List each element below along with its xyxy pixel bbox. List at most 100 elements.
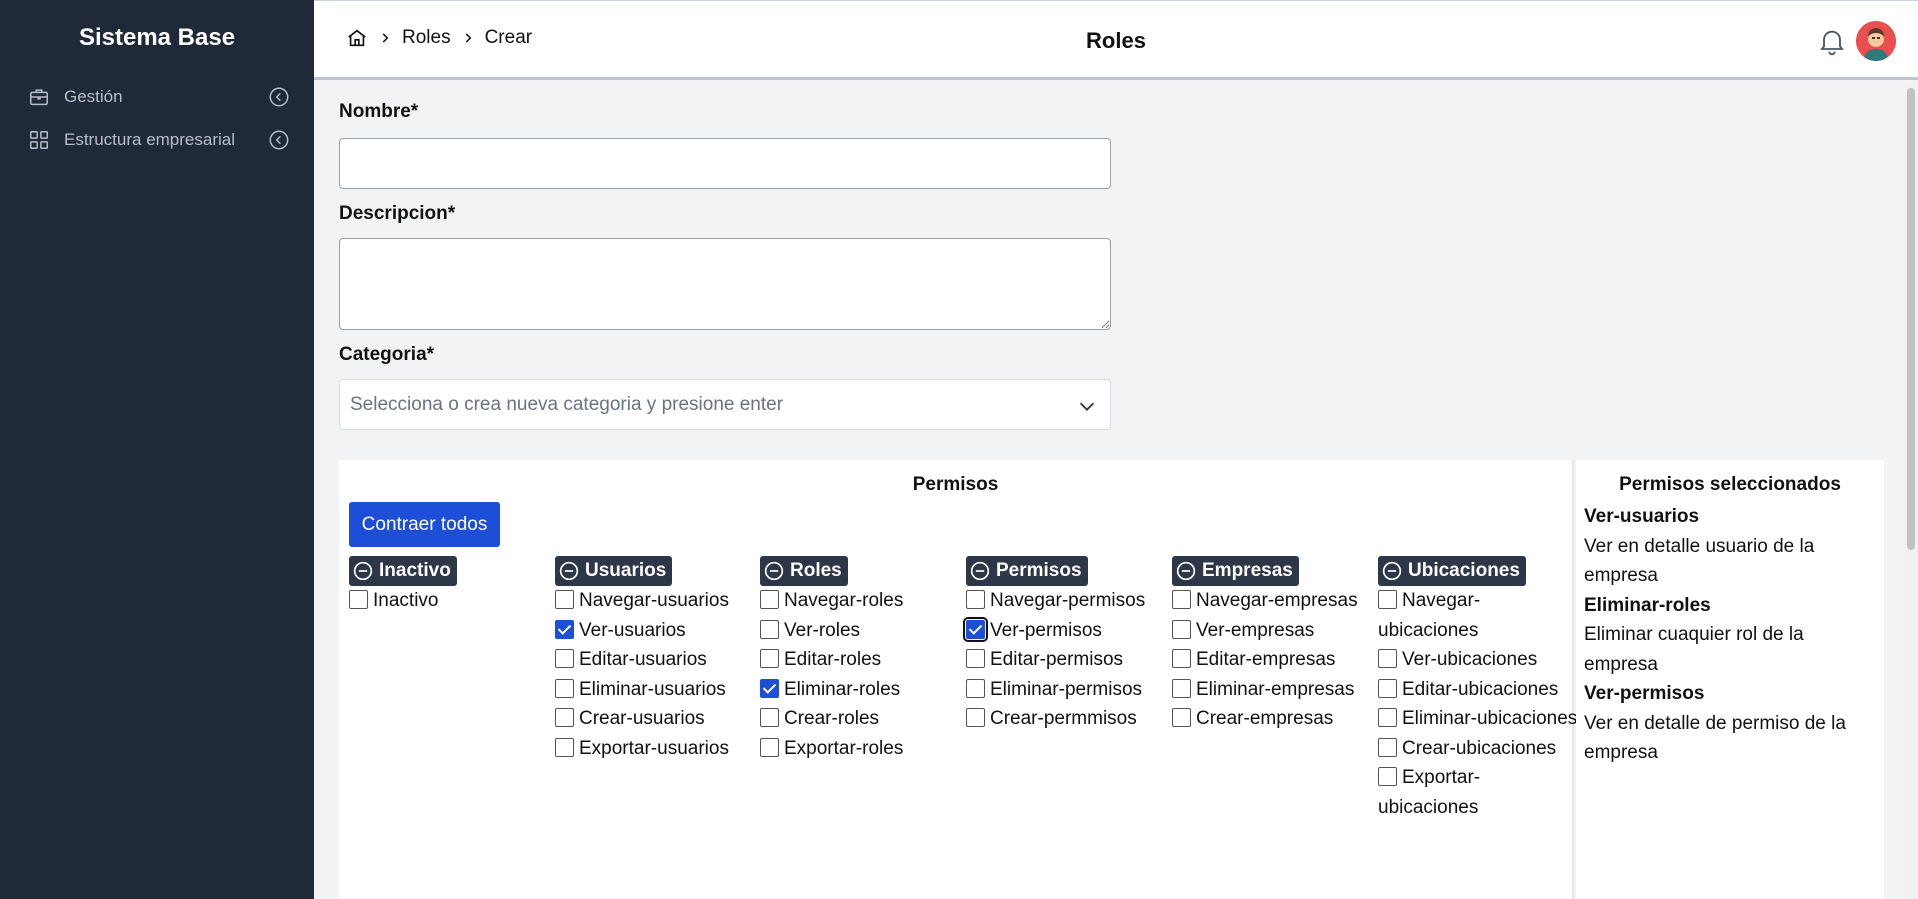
permission-checkbox[interactable] bbox=[1378, 649, 1397, 668]
permission-item[interactable]: Exportar-usuarios bbox=[555, 734, 755, 764]
permission-item[interactable]: Navegar-ubicaciones bbox=[1378, 586, 1578, 645]
permission-checkbox[interactable] bbox=[1172, 590, 1191, 609]
selected-permission-description: Ver en detalle de permiso de la empresa bbox=[1584, 712, 1846, 764]
permission-item[interactable]: Ver-usuarios bbox=[555, 616, 755, 646]
permission-checkbox[interactable] bbox=[349, 590, 368, 609]
permission-item[interactable]: Exportar-ubicaciones bbox=[1378, 763, 1578, 822]
permission-checkbox[interactable] bbox=[1172, 708, 1191, 727]
selected-permission-name: Eliminar-roles bbox=[1584, 594, 1711, 616]
collapse-all-button[interactable]: Contraer todos bbox=[349, 502, 500, 547]
chevron-left-icon bbox=[268, 86, 290, 108]
permission-group-ubicaciones: Ubicaciones Navegar-ubicaciones Ver-ubicac… bbox=[1378, 556, 1578, 822]
permission-checkbox[interactable] bbox=[760, 708, 779, 727]
permission-item[interactable]: Crear-roles bbox=[760, 704, 960, 734]
permission-item[interactable]: Editar-permisos bbox=[966, 645, 1166, 675]
sidebar-item-label: Gestión bbox=[64, 87, 123, 106]
chevron-left-icon bbox=[268, 129, 290, 151]
permission-checkbox[interactable] bbox=[760, 619, 779, 639]
permission-item[interactable]: Editar-usuarios bbox=[555, 645, 755, 675]
permission-item[interactable]: Navegar-permisos bbox=[966, 586, 1166, 616]
permission-label: Crear-permmisos bbox=[990, 708, 1137, 729]
permission-group-toggle[interactable]: Empresas bbox=[1172, 556, 1299, 586]
permission-checkbox[interactable] bbox=[1172, 678, 1191, 698]
permission-item[interactable]: Ver-ubicaciones bbox=[1378, 645, 1578, 675]
permission-checkbox[interactable] bbox=[1378, 708, 1397, 727]
sidebar-item-gestion[interactable]: Gestión bbox=[28, 81, 290, 113]
permission-checkbox[interactable] bbox=[1378, 590, 1397, 609]
selected-permissions-list: Ver-usuarios Ver en detalle usuario de la… bbox=[1584, 502, 1876, 768]
permission-checkbox[interactable] bbox=[555, 649, 574, 668]
permission-checkbox[interactable] bbox=[1378, 678, 1397, 698]
descripcion-textarea[interactable] bbox=[339, 238, 1111, 330]
permission-item[interactable]: Inactivo bbox=[349, 586, 549, 616]
permission-item[interactable]: Crear-permmisos bbox=[966, 704, 1166, 734]
permission-checkbox[interactable] bbox=[966, 678, 985, 698]
permission-checkbox[interactable] bbox=[760, 737, 779, 757]
app-brand: Sistema Base bbox=[78, 24, 236, 51]
permission-item[interactable]: Eliminar-roles bbox=[760, 675, 960, 705]
permission-checkbox[interactable] bbox=[760, 678, 779, 698]
permission-group-toggle[interactable]: Usuarios bbox=[555, 556, 673, 586]
scrollbar-thumb[interactable] bbox=[1907, 88, 1915, 550]
permission-checkbox[interactable] bbox=[966, 649, 985, 668]
permission-group-toggle[interactable]: Ubicaciones bbox=[1378, 556, 1526, 586]
permission-checkbox[interactable] bbox=[966, 708, 985, 727]
permission-checkbox[interactable] bbox=[555, 708, 574, 727]
permission-item[interactable]: Eliminar-ubicaciones bbox=[1378, 704, 1578, 734]
permission-item[interactable]: Eliminar-permisos bbox=[966, 675, 1166, 705]
permission-item[interactable]: Navegar-roles bbox=[760, 586, 960, 616]
permission-checkbox[interactable] bbox=[966, 590, 985, 609]
permission-group-toggle[interactable]: Inactivo bbox=[349, 556, 457, 586]
permission-checkbox[interactable] bbox=[1378, 767, 1397, 786]
permission-group-label: Usuarios bbox=[585, 560, 667, 581]
permission-checkbox[interactable] bbox=[555, 737, 574, 757]
permission-checkbox[interactable] bbox=[760, 590, 779, 609]
permission-checkbox[interactable] bbox=[555, 590, 574, 609]
permissions-title: Permisos bbox=[912, 474, 999, 495]
permission-group-toggle[interactable]: Roles bbox=[760, 556, 848, 586]
permission-label: Inactivo bbox=[373, 590, 439, 611]
permission-label: Navegar-roles bbox=[784, 590, 904, 611]
permission-item[interactable]: Editar-ubicaciones bbox=[1378, 675, 1578, 705]
permission-group-inactivo: Inactivo Inactivo bbox=[349, 556, 549, 616]
permission-item[interactable]: Eliminar-empresas bbox=[1172, 675, 1372, 705]
permission-checkbox[interactable] bbox=[760, 649, 779, 668]
permission-group-label: Roles bbox=[790, 560, 842, 581]
permission-group-toggle[interactable]: Permisos bbox=[966, 556, 1088, 586]
permission-item[interactable]: Crear-empresas bbox=[1172, 704, 1372, 734]
permission-item[interactable]: Crear-usuarios bbox=[555, 704, 755, 734]
permission-label: Eliminar-usuarios bbox=[579, 678, 726, 700]
sidebar-item-estructura[interactable]: Estructura empresarial bbox=[28, 124, 290, 156]
permission-item[interactable]: Ver-roles bbox=[760, 616, 960, 646]
permission-checkbox[interactable] bbox=[1378, 737, 1397, 757]
permission-checkbox[interactable] bbox=[555, 619, 574, 639]
grid-icon bbox=[28, 129, 50, 151]
permission-item[interactable]: Crear-ubicaciones bbox=[1378, 734, 1578, 764]
permission-item[interactable]: Eliminar-usuarios bbox=[555, 675, 755, 705]
permission-checkbox[interactable] bbox=[963, 616, 988, 642]
permission-checkbox[interactable] bbox=[555, 678, 574, 698]
sidebar-item-label: Estructura empresarial bbox=[64, 130, 236, 149]
permission-item[interactable]: Navegar-empresas bbox=[1172, 586, 1372, 616]
permission-checkbox[interactable] bbox=[1172, 649, 1191, 668]
sidebar: Sistema Base Gestión Estructura empresar… bbox=[0, 0, 314, 899]
selected-permissions-title: Permisos seleccionados bbox=[1619, 474, 1841, 495]
permission-label: Editar-ubicaciones bbox=[1402, 678, 1559, 700]
categoria-select[interactable]: Selecciona o crea nueva categoria y pres… bbox=[339, 379, 1111, 430]
selected-permissions-panel: Permisos seleccionados Ver-usuarios Ver e… bbox=[1576, 460, 1884, 899]
permission-label: Crear-ubicaciones bbox=[1402, 737, 1557, 759]
permission-group-label: Inactivo bbox=[379, 560, 451, 581]
bell-icon[interactable] bbox=[1816, 25, 1848, 57]
permission-item[interactable]: Ver-permisos bbox=[963, 616, 1166, 646]
permission-item[interactable]: Ver-empresas bbox=[1172, 616, 1372, 646]
avatar[interactable] bbox=[1856, 21, 1896, 61]
minus-circle-icon bbox=[559, 561, 579, 581]
permission-label: Editar-permisos bbox=[990, 649, 1124, 670]
permission-item[interactable]: Editar-roles bbox=[760, 645, 960, 675]
nombre-input[interactable] bbox=[339, 138, 1111, 189]
permission-item[interactable]: Editar-empresas bbox=[1172, 645, 1372, 675]
permission-item[interactable]: Navegar-usuarios bbox=[555, 586, 755, 616]
permission-item[interactable]: Exportar-roles bbox=[760, 734, 960, 764]
permission-checkbox[interactable] bbox=[1172, 619, 1191, 639]
minus-circle-icon bbox=[764, 561, 784, 581]
